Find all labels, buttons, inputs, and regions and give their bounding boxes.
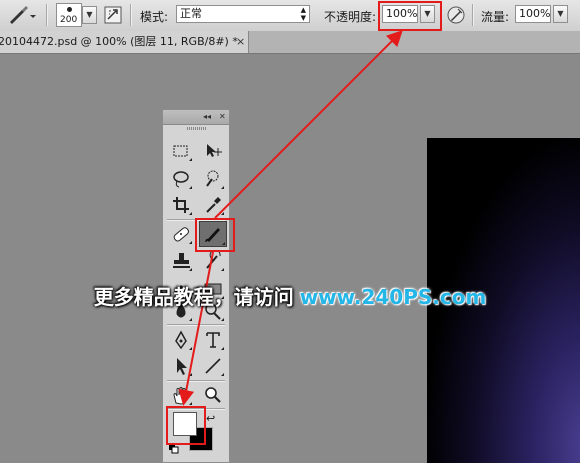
foreground-color-swatch[interactable] (173, 412, 197, 436)
flow-label: 流量: (481, 10, 510, 24)
toolbox-divider (167, 324, 225, 326)
tools-panel-header[interactable]: ◂◂ ✕ (163, 110, 229, 125)
document-tab-bar: 20104472.psd @ 100% (图层 11, RGB/8#) * × (0, 31, 580, 54)
document-close-icon[interactable]: × (236, 31, 245, 53)
brush-size-value: 200 (60, 15, 78, 25)
options-separator (472, 4, 474, 26)
move-arrow-icon (207, 144, 222, 157)
close-panel-icon[interactable]: ✕ (219, 110, 226, 123)
tablet-pressure-opacity-icon[interactable] (446, 5, 466, 25)
tool-flyout-indicator (189, 186, 192, 189)
watermark-url: www.240PS.com (299, 285, 487, 309)
swap-colors-icon[interactable]: ↩ (206, 412, 215, 425)
history-brush-tool[interactable] (201, 250, 225, 272)
tool-flyout-indicator (221, 268, 224, 271)
opacity-dropdown[interactable]: ▼ (420, 5, 435, 23)
brush-tool[interactable] (199, 221, 227, 247)
tool-flyout-indicator (189, 318, 192, 321)
opacity-input[interactable]: 100% (382, 5, 418, 23)
brush-picker-dropdown[interactable]: ▼ (82, 6, 97, 24)
tool-flyout-indicator (221, 318, 224, 321)
tool-flyout-indicator (189, 158, 192, 161)
mode-value: 正常 (180, 7, 202, 20)
tool-flyout-indicator (189, 373, 192, 376)
flow-dropdown[interactable]: ▼ (553, 5, 568, 23)
toolbox-divider (167, 380, 225, 382)
brush-dot-icon (67, 7, 72, 12)
options-bar: 200 ▼ 模式: 正常 ▲ ▼ 不透明度: 100% ▼ 流量: 100% ▼ (0, 0, 580, 32)
type-tool[interactable] (201, 329, 225, 351)
brush-panel-toggle-icon[interactable] (104, 6, 122, 24)
hand-tool[interactable] (169, 384, 193, 406)
eyedropper-tool[interactable] (201, 194, 225, 216)
mode-select[interactable]: 正常 ▲ ▼ (176, 5, 310, 23)
crop-tool[interactable] (169, 194, 193, 216)
path-selection-tool[interactable] (169, 355, 193, 377)
move-tool[interactable] (201, 140, 225, 162)
tool-flyout-indicator (189, 241, 192, 244)
opacity-label: 不透明度: (324, 10, 377, 24)
panel-grip[interactable] (187, 127, 207, 130)
tool-flyout-indicator (189, 268, 192, 271)
document-tab[interactable]: 20104472.psd @ 100% (图层 11, RGB/8#) * × (0, 31, 249, 53)
opacity-value: 100% (386, 7, 418, 20)
flow-value: 100% (519, 7, 551, 20)
document-title: 20104472.psd @ 100% (图层 11, RGB/8#) * (0, 35, 238, 48)
tool-flyout-indicator (221, 186, 224, 189)
tool-flyout-indicator (222, 242, 225, 245)
default-colors-icon[interactable] (169, 444, 179, 454)
toolbox-divider (167, 408, 225, 410)
lasso-tool[interactable] (169, 168, 193, 190)
tool-flyout-indicator (221, 212, 224, 215)
brush-tool-preset-icon[interactable] (6, 6, 36, 26)
line-tool[interactable] (201, 355, 225, 377)
tool-flyout-indicator (189, 402, 192, 405)
mode-select-arrows-icon: ▲ ▼ (300, 6, 306, 22)
options-separator (46, 4, 48, 26)
brush-picker[interactable]: 200 (56, 3, 82, 27)
zoom-tool[interactable] (201, 384, 225, 406)
watermark-text: 更多精品教程，请访问 (93, 285, 294, 309)
collapse-panel-icon[interactable]: ◂◂ (203, 110, 211, 123)
tool-flyout-indicator (221, 373, 224, 376)
marquee-tool[interactable] (169, 140, 193, 162)
quick-selection-tool[interactable] (201, 168, 225, 190)
zoom-magnifier-icon (205, 387, 221, 403)
tool-flyout-indicator (189, 347, 192, 350)
mode-label: 模式: (140, 10, 169, 24)
options-separator (130, 4, 132, 26)
clone-stamp-tool[interactable] (169, 250, 193, 272)
flow-input[interactable]: 100% (515, 5, 551, 23)
pen-tool[interactable] (169, 329, 193, 351)
healing-brush-tool[interactable] (169, 223, 193, 245)
tool-flyout-indicator (221, 347, 224, 350)
watermark: 更多精品教程，请访问 www.240PS.com (0, 281, 580, 310)
tool-flyout-indicator (189, 212, 192, 215)
